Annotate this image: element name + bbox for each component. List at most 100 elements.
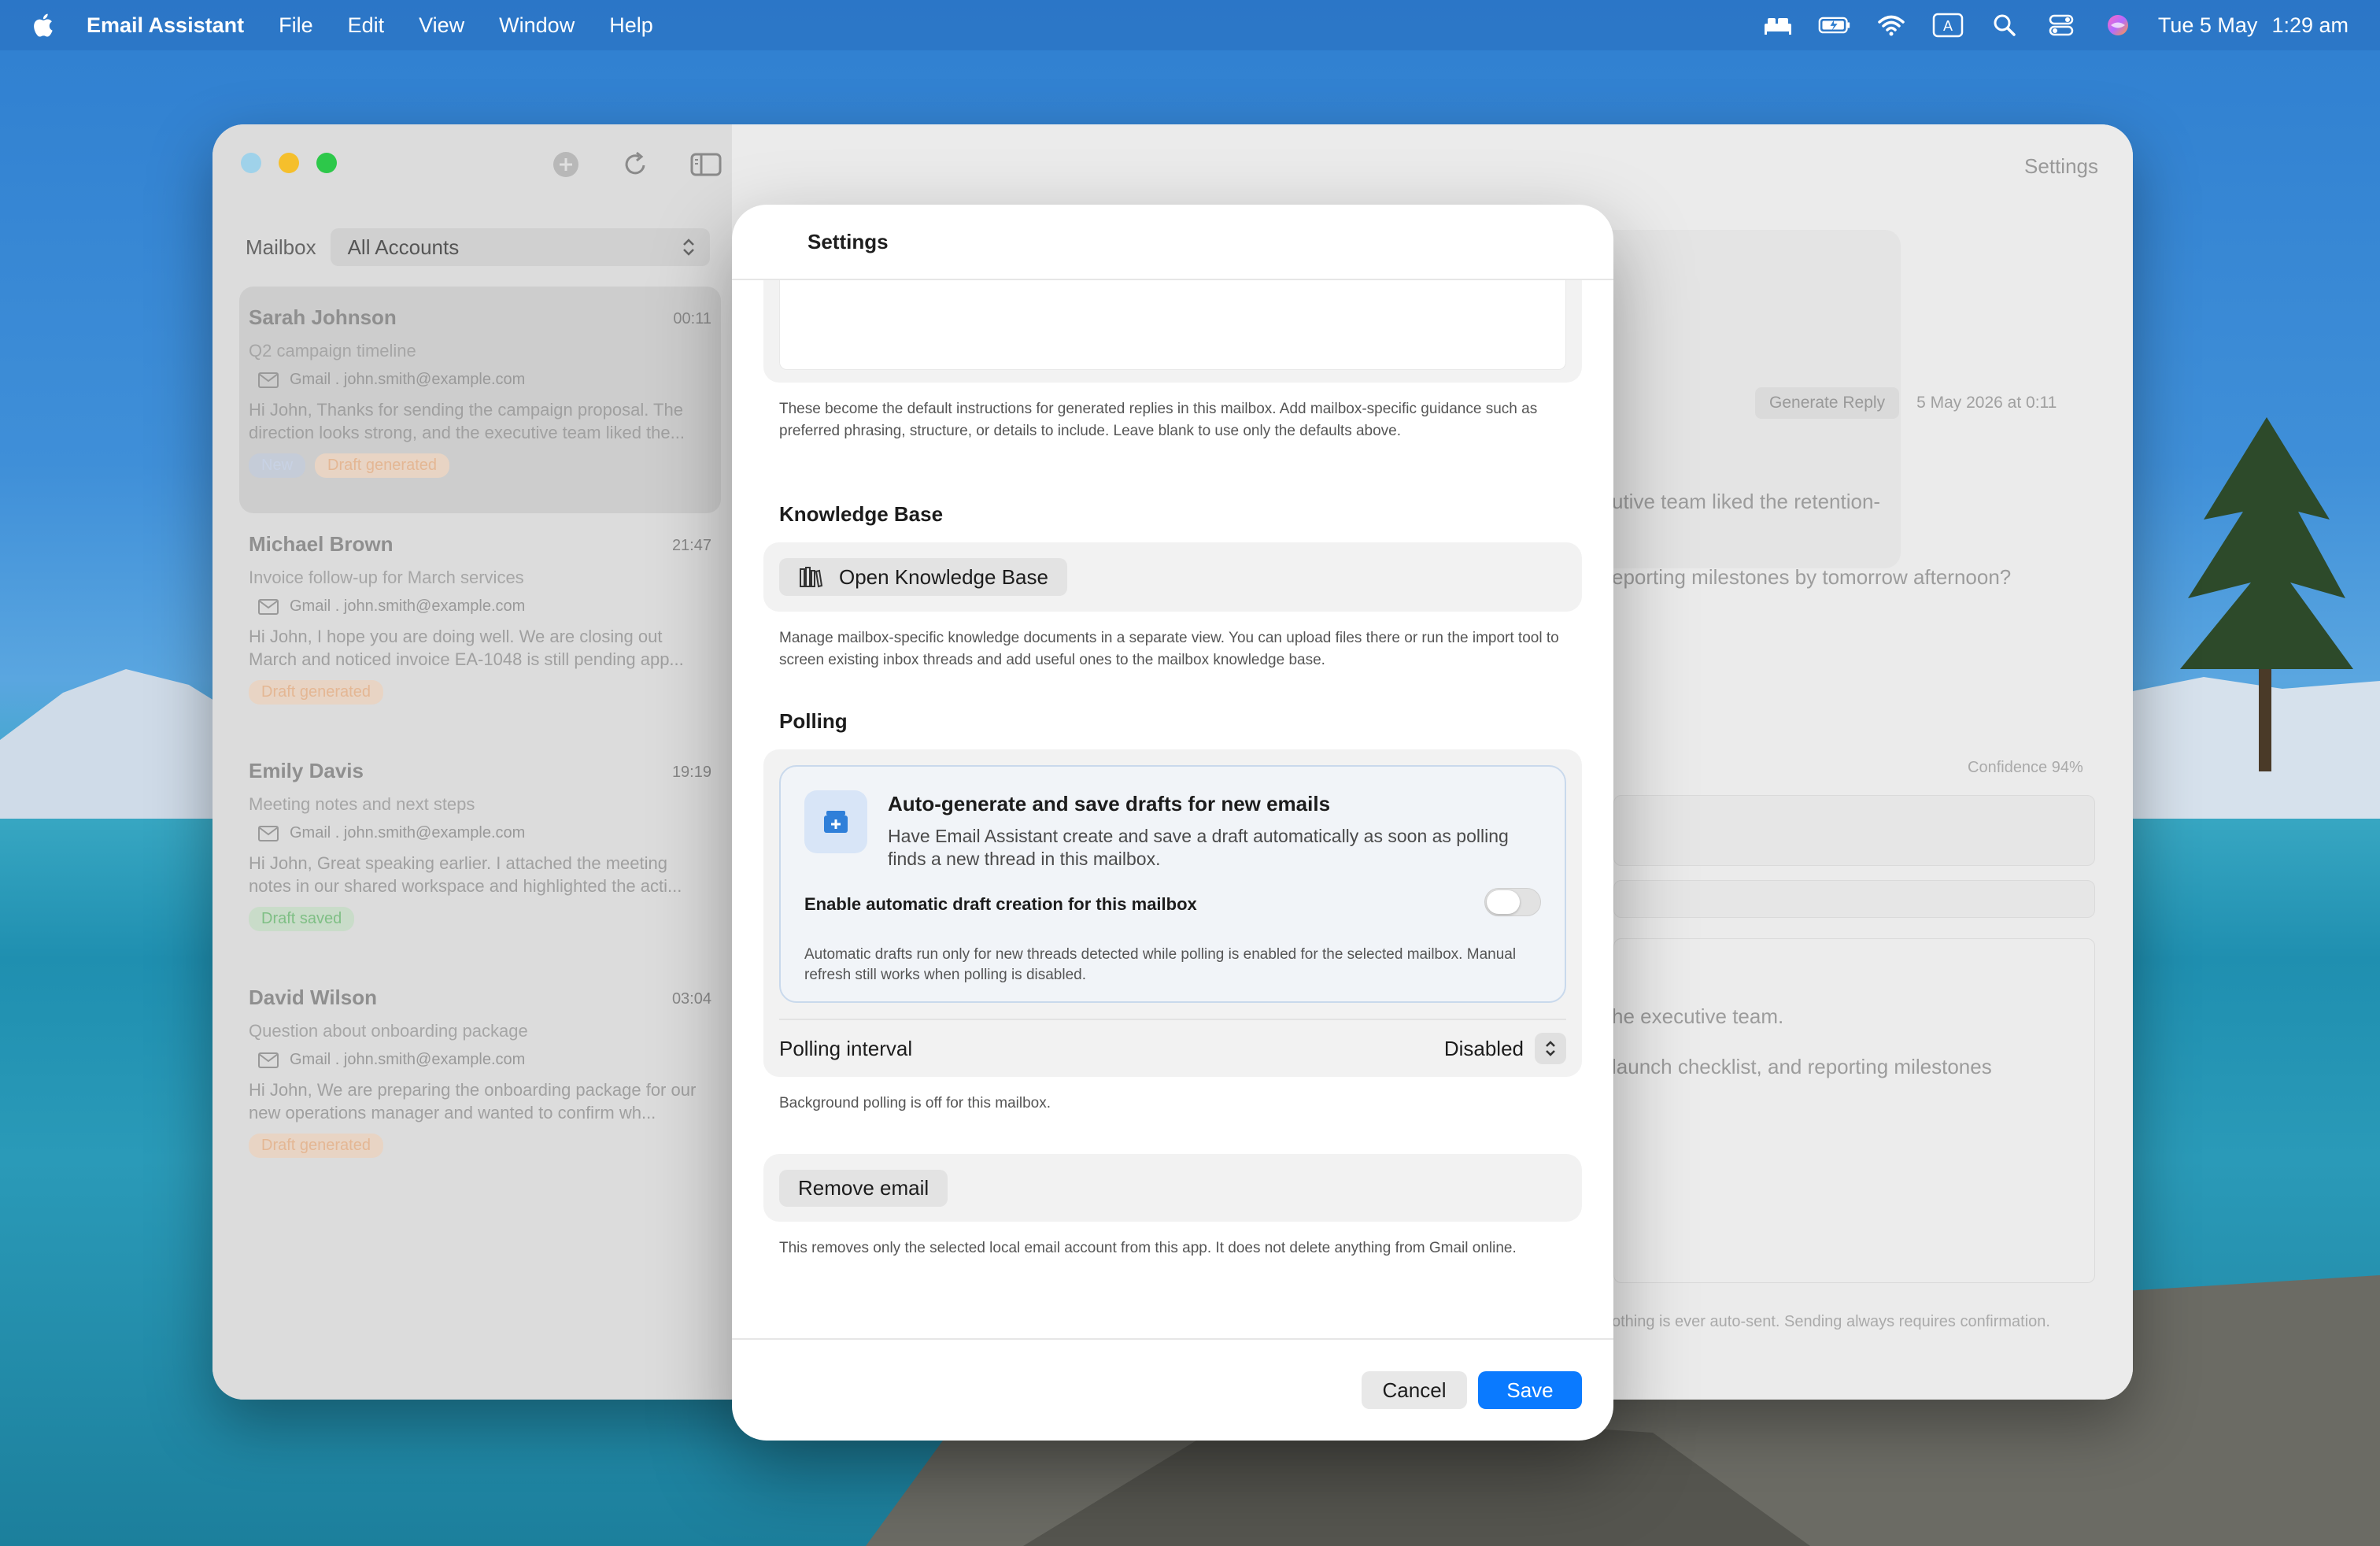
auto-draft-title: Auto-generate and save drafts for new em… (888, 792, 1331, 816)
email-sender: Sarah Johnson (249, 305, 397, 329)
email-preview: Hi John, I hope you are doing well. We a… (249, 627, 684, 669)
menu-window[interactable]: Window (499, 13, 575, 38)
polling-interval-select[interactable]: Disabled (1444, 1033, 1566, 1064)
polling-group: Auto-generate and save drafts for new em… (763, 749, 1582, 1077)
account-select[interactable]: All Accounts (330, 228, 710, 266)
draft-saved-badge: Draft saved (249, 907, 355, 931)
email-preview: Hi John, Thanks for sending the campaign… (249, 400, 685, 442)
apple-logo-icon[interactable] (30, 11, 58, 39)
control-center-icon[interactable] (2045, 13, 2078, 38)
refresh-icon[interactable] (620, 150, 650, 179)
confidence-label: Confidence 94% (1968, 759, 2083, 776)
dialog-title: Settings (808, 229, 889, 253)
email-time: 19:19 (671, 764, 711, 781)
menu-edit[interactable]: Edit (348, 13, 385, 38)
draft-editor[interactable] (1613, 938, 2095, 1283)
minimize-window-button[interactable] (279, 153, 299, 173)
draft-body-line: launch checklist, and reporting mileston… (1612, 1055, 1992, 1078)
auto-draft-note: Automatic drafts run only for new thread… (804, 946, 1517, 983)
email-list: Sarah Johnson 00:11 Q2 campaign timeline… (239, 287, 721, 1193)
knowledge-base-title: Knowledge Base (779, 502, 944, 526)
polling-interval-label: Polling interval (779, 1036, 913, 1060)
polling-interval-row: Polling interval Disabled (779, 1019, 1566, 1077)
remove-email-button[interactable]: Remove email (779, 1170, 948, 1207)
pine-tree (2180, 417, 2353, 771)
email-list-item[interactable]: David Wilson 03:04 Question about onboar… (239, 967, 721, 1193)
draft-field (1613, 880, 2095, 918)
draft-tray-icon (804, 790, 867, 853)
spotlight-search-icon[interactable] (1988, 13, 2021, 38)
email-account-label: Gmail . john.smith@example.com (290, 597, 526, 615)
email-list-item[interactable]: Emily Davis 19:19 Meeting notes and next… (239, 740, 721, 967)
envelope-icon (258, 598, 279, 615)
email-preview: Hi John, Great speaking earlier. I attac… (249, 853, 682, 896)
remove-email-group: Remove email (763, 1154, 1582, 1222)
email-account: Gmail . john.smith@example.com (258, 597, 711, 616)
reply-date: 5 May 2026 at 0:11 (1916, 394, 2057, 412)
sidebar-toggle-icon[interactable] (689, 150, 722, 179)
auto-draft-toggle[interactable] (1484, 888, 1541, 916)
open-knowledge-base-button[interactable]: Open Knowledge Base (779, 558, 1067, 596)
menu-view[interactable]: View (419, 13, 464, 38)
envelope-icon (258, 372, 279, 388)
cancel-button[interactable]: Cancel (1362, 1371, 1467, 1409)
menu-file[interactable]: File (279, 13, 313, 38)
menu-help[interactable]: Help (609, 13, 653, 38)
polling-title: Polling (779, 709, 848, 733)
safety-note: othing is ever auto-sent. Sending always… (1612, 1313, 2050, 1330)
envelope-icon (258, 825, 279, 841)
email-account-label: Gmail . john.smith@example.com (290, 824, 526, 841)
draft-generated-badge: Draft generated (249, 1134, 383, 1158)
email-subject: Meeting notes and next steps (249, 794, 475, 814)
email-sender: Emily Davis (249, 759, 364, 782)
auto-draft-card: Auto-generate and save drafts for new em… (779, 765, 1566, 1003)
email-account-label: Gmail . john.smith@example.com (290, 371, 526, 388)
email-account: Gmail . john.smith@example.com (258, 824, 711, 842)
knowledge-base-help: Manage mailbox-specific knowledge docume… (779, 630, 1559, 668)
account-select-value: All Accounts (347, 235, 460, 259)
settings-dialog: Settings These become the default instru… (732, 205, 1613, 1441)
email-time: 00:11 (673, 310, 711, 327)
menu-app-name[interactable]: Email Assistant (87, 13, 244, 38)
new-badge: New (249, 453, 306, 478)
email-list-item[interactable]: Sarah Johnson 00:11 Q2 campaign timeline… (239, 287, 721, 513)
mailbox-filter: Mailbox All Accounts (246, 228, 710, 266)
email-subject: Q2 campaign timeline (249, 341, 416, 361)
polling-interval-value: Disabled (1443, 1036, 1524, 1060)
bed-icon[interactable] (1761, 13, 1794, 38)
siri-icon[interactable] (2101, 13, 2134, 38)
draft-generated-badge: Draft generated (249, 680, 383, 705)
input-source-letter: A (1943, 18, 1953, 34)
email-account: Gmail . john.smith@example.com (258, 371, 711, 389)
menubar-date: Tue 5 May (2157, 13, 2258, 37)
settings-scroll-area[interactable]: These become the default instructions fo… (763, 280, 1582, 1282)
polling-interval-help: Background polling is off for this mailb… (779, 1095, 1051, 1111)
menu-bar: Email Assistant File Edit View Window He… (0, 0, 2380, 50)
maximize-window-button[interactable] (316, 153, 337, 173)
instructions-help: These become the default instructions fo… (779, 401, 1538, 439)
email-account: Gmail . john.smith@example.com (258, 1051, 711, 1069)
toggle-knob (1487, 890, 1520, 914)
sidebar: Mailbox All Accounts Sarah Johnson 00:11… (213, 124, 732, 1400)
chevron-updown-icon (1535, 1033, 1566, 1064)
menubar-clock[interactable]: Tue 5 May 1:29 am (2158, 13, 2349, 38)
email-list-item[interactable]: Michael Brown 21:47 Invoice follow-up fo… (239, 513, 721, 740)
battery-icon[interactable] (1818, 13, 1851, 38)
compose-plus-icon[interactable] (551, 150, 581, 179)
generate-reply-button[interactable]: Generate Reply (1755, 387, 1900, 419)
email-preview: Hi John, We are preparing the onboarding… (249, 1080, 697, 1123)
close-window-button[interactable] (241, 153, 261, 173)
email-time: 21:47 (671, 537, 711, 554)
email-sender: David Wilson (249, 986, 378, 1009)
custom-instructions-input[interactable] (779, 280, 1566, 370)
email-body-line: utive team liked the retention- (1612, 490, 1881, 513)
settings-button[interactable]: Settings (2015, 148, 2108, 185)
knowledge-base-group: Open Knowledge Base (763, 542, 1582, 612)
save-button[interactable]: Save (1478, 1371, 1582, 1409)
auto-draft-toggle-label: Enable automatic draft creation for this… (804, 894, 1197, 914)
books-icon (800, 567, 823, 588)
wifi-icon[interactable] (1875, 13, 1908, 38)
remove-email-help: This removes only the selected local ema… (779, 1240, 1517, 1256)
email-body-line: eporting milestones by tomorrow afternoo… (1612, 565, 2012, 589)
input-source-icon[interactable]: A (1931, 13, 1964, 38)
